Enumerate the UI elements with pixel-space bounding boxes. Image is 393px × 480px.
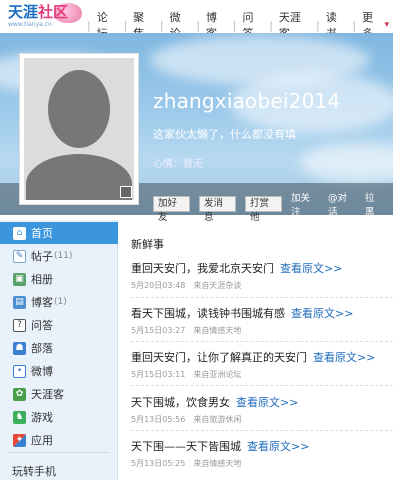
feed-item-text[interactable]: 天下围城，饮食男女 (131, 396, 230, 409)
profile-username: zhangxiaobei2014 (153, 89, 341, 113)
sidebar-item-label: 天涯客 (31, 388, 64, 401)
sidebar-item-home[interactable]: ⌂ 首页 (0, 222, 118, 244)
logo-text-a: 天涯 (8, 3, 39, 21)
post-icon: ✎ (13, 249, 26, 263)
home-icon: ⌂ (13, 226, 26, 240)
sidebar-item-label: 游戏 (31, 411, 53, 424)
sidebar-item-label: 应用 (31, 434, 53, 447)
nav-separator: | (352, 18, 357, 32)
sidebar-item-label: 部落 (31, 342, 53, 355)
qa-icon: ? (13, 318, 26, 332)
chevron-down-icon: ▾ (384, 20, 390, 30)
list-item: 重回天安门，我爱北京天安门 查看原文>> 5月20日03:48 来自天涯杂谈 (131, 260, 393, 291)
feed-item-source[interactable]: 来自情感天地 (193, 326, 241, 335)
tip-button[interactable]: 打赏他 (245, 196, 282, 223)
sidebar-item-label: 首页 (31, 227, 53, 240)
sidebar-item-label: 微博 (31, 365, 53, 378)
sidebar-item-album[interactable]: ▣ 相册 (0, 268, 118, 290)
sidebar-item-weibo[interactable]: • 微博 (0, 360, 118, 382)
feed-item-date: 5月15日03:27 (131, 326, 186, 335)
tribe-icon: ☗ (13, 341, 26, 355)
top-navbar: 天涯社区 www.tianya.cn | 论坛 | 聚焦 | 微论 | 博客 |… (0, 0, 393, 40)
avatar[interactable] (19, 53, 139, 205)
avatar-corner-icon (120, 186, 132, 198)
view-original-link[interactable]: 查看原文>> (247, 440, 309, 453)
list-item: 天下围城，饮食男女 查看原文>> 5月13日05:56 来自旅游休闲 (131, 394, 393, 425)
sidebar-item-blog[interactable]: ▤ 博客 (1) (0, 291, 118, 313)
sidebar-item-qa[interactable]: ? 问答 (0, 314, 118, 336)
profile-actions: 加好友 发消息 打赏他 加关注 @对话 拉黑 (153, 190, 393, 223)
feed-item-text[interactable]: 重回天安门，让你了解真正的天安门 (131, 351, 307, 364)
sidebar-item-label: 博客 (31, 296, 53, 309)
view-original-link[interactable]: 查看原文>> (313, 351, 375, 364)
sidebar-item-game[interactable]: ♞ 游戏 (0, 406, 118, 428)
posts-count: (11) (54, 251, 73, 261)
sidebar-divider (8, 452, 110, 453)
block-link[interactable]: 拉黑 (365, 190, 383, 218)
nav-separator: | (269, 18, 273, 32)
feed-item-text[interactable]: 天下围——天下皆围城 (131, 440, 241, 453)
nav-separator: | (315, 18, 320, 32)
feed-divider (131, 430, 393, 431)
sidebar-item-label: 相册 (31, 273, 53, 286)
mobile-section-title[interactable]: 玩转手机 (12, 463, 56, 479)
sidebar-item-apps[interactable]: ✦ 应用 (0, 429, 118, 451)
feed-item-text[interactable]: 重回天安门，我爱北京天安门 (131, 262, 274, 275)
feed-divider (131, 297, 393, 298)
feed-item-source[interactable]: 来自天涯杂谈 (193, 281, 241, 290)
album-icon: ▣ (13, 272, 26, 286)
feed-divider (131, 341, 393, 342)
nav-separator: | (232, 18, 237, 32)
view-original-link[interactable]: 查看原文>> (236, 396, 298, 409)
weibo-icon: • (13, 364, 26, 378)
follow-link[interactable]: 加关注 (291, 190, 318, 218)
tianya-logo[interactable]: 天涯社区 www.tianya.cn (8, 3, 82, 31)
feed-item-source[interactable]: 来自情感天地 (193, 459, 241, 468)
feed-divider (131, 385, 393, 386)
nav-separator: | (123, 18, 128, 32)
blog-icon: ▤ (13, 295, 26, 309)
blog-count: (1) (54, 297, 67, 307)
send-message-button[interactable]: 发消息 (199, 196, 236, 223)
nav-separator: | (196, 18, 201, 32)
add-friend-button[interactable]: 加好友 (153, 196, 190, 223)
app-icon: ✦ (13, 433, 26, 447)
feed-item-date: 5月13日05:25 (131, 459, 186, 468)
nav-separator: | (87, 18, 91, 32)
tianyake-icon: ✿ (13, 387, 26, 401)
list-item: 看天下围城，读钱钟书围城有感 查看原文>> 5月15日03:27 来自情感天地 (131, 305, 393, 336)
feed-item-source[interactable]: 来自旅游休闲 (193, 415, 241, 424)
nav-separator: | (159, 18, 164, 32)
left-sidebar: ⌂ 首页 ✎ 帖子 (11) ▣ 相册 ▤ 博客 (1) ? 问答 ☗ 部落 •… (0, 220, 118, 480)
profile-signature: 这家伙太懒了，什么都没有填 (153, 128, 296, 141)
feed-item-date: 5月20日03:48 (131, 281, 186, 290)
view-original-link[interactable]: 查看原文>> (280, 262, 342, 275)
sidebar-item-tribe[interactable]: ☗ 部落 (0, 337, 118, 359)
default-avatar-icon (24, 58, 134, 200)
game-icon: ♞ (13, 410, 26, 424)
profile-mood: 心情：暂无 (153, 159, 203, 170)
logo-url: www.tianya.cn (8, 21, 52, 28)
sidebar-item-label: 帖子 (31, 250, 53, 263)
sidebar-item-label: 问答 (31, 319, 53, 332)
sidebar-item-posts[interactable]: ✎ 帖子 (11) (0, 245, 118, 267)
feed-item-source[interactable]: 来自亚洲论坛 (193, 370, 241, 379)
view-original-link[interactable]: 查看原文>> (291, 307, 353, 320)
feed-item-text[interactable]: 看天下围城，读钱钟书围城有感 (131, 307, 285, 320)
feed-title: 新鲜事 (131, 238, 164, 251)
logo-text-b: 社区 (38, 3, 69, 21)
sidebar-item-tianyake[interactable]: ✿ 天涯客 (0, 383, 118, 405)
feed-item-date: 5月15日03:11 (131, 370, 186, 379)
feed-item-date: 5月13日05:56 (131, 415, 186, 424)
at-chat-link[interactable]: @对话 (328, 190, 355, 218)
list-item: 天下围——天下皆围城 查看原文>> 5月13日05:25 来自情感天地 (131, 438, 393, 469)
list-item: 重回天安门，让你了解真正的天安门 查看原文>> 5月15日03:11 来自亚洲论坛 (131, 349, 393, 380)
